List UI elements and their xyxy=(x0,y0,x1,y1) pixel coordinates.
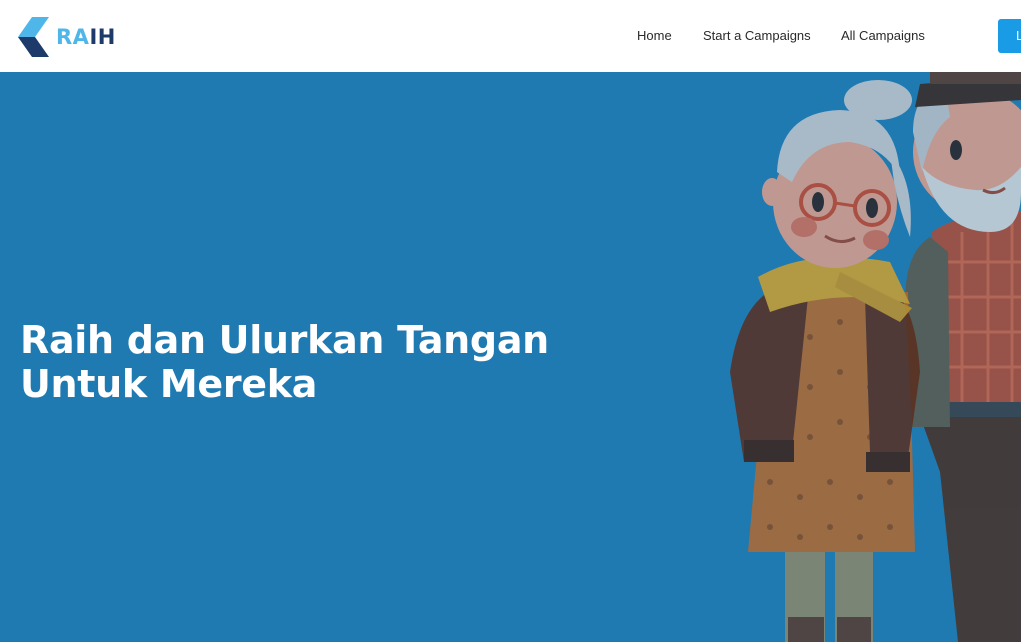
grandfather-figure xyxy=(905,72,1021,642)
logo-text: RAIH xyxy=(56,25,116,49)
hero-title: Raih dan Ulurkan Tangan Untuk Mereka xyxy=(20,318,549,406)
hero-title-line-2: Untuk Mereka xyxy=(20,362,318,406)
logo-text-ih: IH xyxy=(89,25,116,49)
logo-text-ra: RA xyxy=(56,25,90,49)
login-button[interactable]: L xyxy=(998,19,1021,53)
elderly-couple-illustration xyxy=(730,72,1021,642)
nav-home-link[interactable]: Home xyxy=(637,28,672,43)
grandmother-figure xyxy=(730,80,920,642)
hero-title-line-1: Raih dan Ulurkan Tangan xyxy=(20,318,549,362)
hero-banner: Raih dan Ulurkan Tangan Untuk Mereka xyxy=(0,72,1021,642)
navbar: RAIH Home Start a Campaigns All Campaign… xyxy=(0,0,1021,72)
nav-all-campaigns-link[interactable]: All Campaigns xyxy=(841,28,925,43)
nav-start-campaign-link[interactable]: Start a Campaigns xyxy=(703,28,811,43)
logo-mark-icon xyxy=(18,17,49,57)
brand-logo[interactable]: RAIH xyxy=(18,17,116,57)
